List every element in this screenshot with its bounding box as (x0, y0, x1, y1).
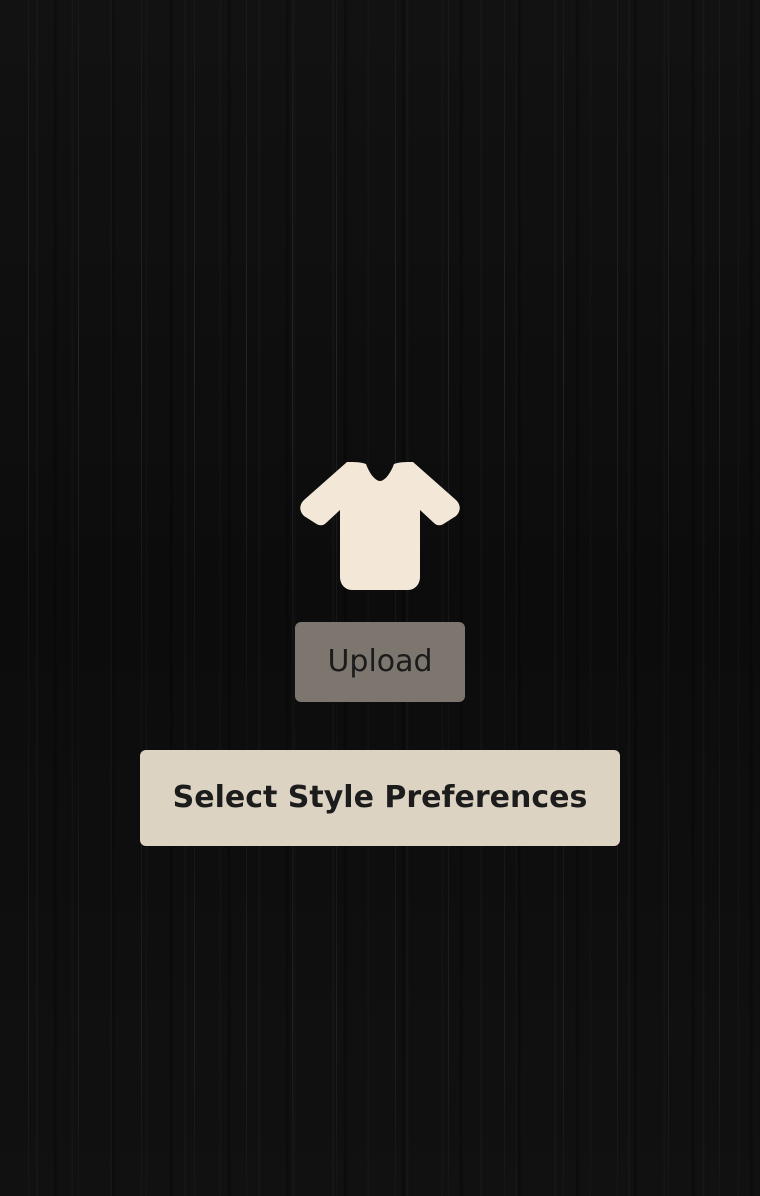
select-style-preferences-button[interactable]: Select Style Preferences (140, 750, 620, 846)
upload-button[interactable]: Upload (295, 622, 465, 702)
app-screen: Upload Select Style Preferences (0, 0, 760, 1196)
tshirt-icon (300, 462, 460, 590)
upload-panel: Upload Select Style Preferences (0, 0, 760, 1196)
